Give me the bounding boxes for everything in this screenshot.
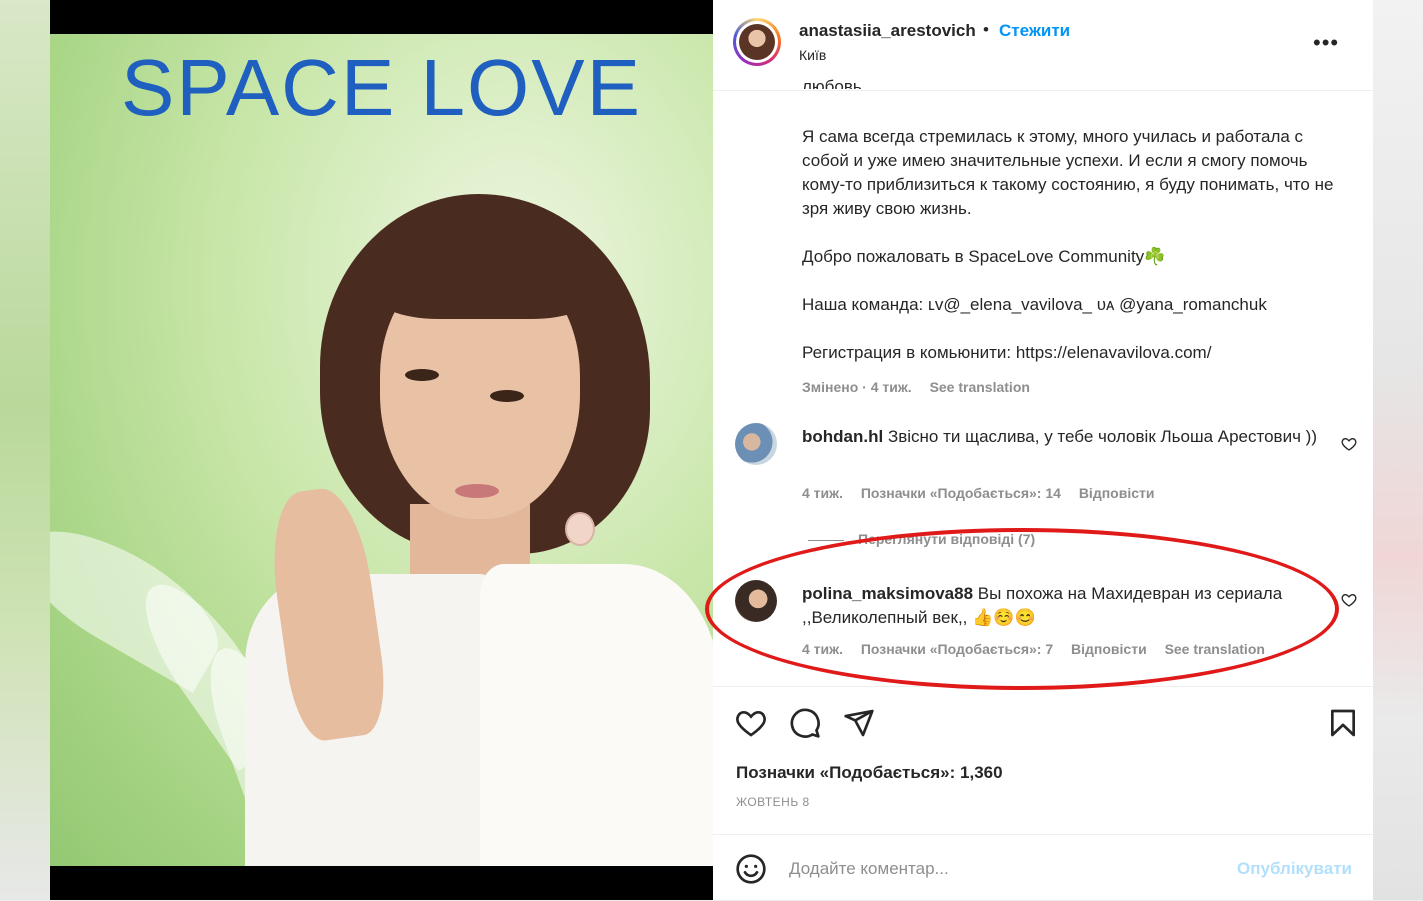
comment-input[interactable] <box>787 855 1211 883</box>
caption-paragraph: Добро пожаловать в SpaceLove Community☘️ <box>802 247 1166 266</box>
author-avatar[interactable] <box>733 18 781 66</box>
separator-dot: • <box>983 20 989 39</box>
comment-likes[interactable]: Позначки «Подобається»: 14 <box>861 485 1061 501</box>
like-heart-icon[interactable] <box>735 707 767 739</box>
post-date[interactable]: ЖОВТЕНЬ 8 <box>736 795 810 809</box>
see-translation-link[interactable]: See translation <box>930 379 1030 395</box>
poster-title: SPACE LOVE <box>121 43 642 132</box>
white-jacket <box>480 564 713 866</box>
post-photo: SPACE LOVE <box>50 34 713 866</box>
comment-like-heart-icon[interactable] <box>1341 436 1357 452</box>
comment-like-heart-icon[interactable] <box>1341 592 1357 608</box>
portrait-bangs <box>370 224 600 319</box>
caption-paragraph: Наша команда: ʟᴠ@_elena_vavilova_ ᴜᴀ @ya… <box>802 295 1267 314</box>
highlight-oval <box>705 528 1339 690</box>
caption-edited: Змінено · 4 тиж. <box>802 379 912 395</box>
reply-button[interactable]: Відповісти <box>1079 485 1155 501</box>
author-username[interactable]: anastasiia_arestovich <box>799 21 976 41</box>
share-send-icon[interactable] <box>843 707 875 739</box>
comment-bubble-icon[interactable] <box>789 707 821 739</box>
caption-paragraph: Я сама всегда стремилась к этому, много … <box>802 127 1334 218</box>
earring <box>565 512 595 546</box>
post-actions-bar: Позначки «Подобається»: 1,360 ЖОВТЕНЬ 8 <box>713 686 1373 835</box>
post-location[interactable]: Київ <box>799 47 826 63</box>
post-image[interactable]: SPACE LOVE <box>50 0 713 900</box>
likes-count[interactable]: Позначки «Подобається»: 1,360 <box>736 763 1003 783</box>
caption-cut-line: любовь. <box>802 77 867 89</box>
blurred-background-right <box>1373 0 1423 900</box>
comment-time: 4 тиж. <box>802 485 843 501</box>
post-details-panel: anastasiia_arestovich • Стежити Київ •••… <box>713 0 1373 900</box>
more-options-icon[interactable]: ••• <box>1313 30 1339 56</box>
comment-text: bohdan.hl Звісно ти щаслива, у тебе чоло… <box>802 425 1322 449</box>
post-caption: Я сама всегда стремилась к этому, много … <box>802 125 1342 399</box>
emoji-icon[interactable] <box>735 853 767 885</box>
caption-paragraph: Регистрация в комьюнити: https://elenava… <box>802 343 1212 362</box>
portrait-eye <box>405 369 439 381</box>
comment-body: Звісно ти щаслива, у тебе чоловік Льоша … <box>887 427 1317 446</box>
portrait-eye <box>490 390 524 402</box>
blurred-background-left <box>0 0 50 900</box>
commenter-avatar[interactable] <box>735 423 777 465</box>
portrait-lips <box>455 484 499 498</box>
avatar-image <box>739 24 775 60</box>
save-bookmark-icon[interactable] <box>1327 707 1359 739</box>
comment-username[interactable]: bohdan.hl <box>802 427 883 446</box>
comment-meta: 4 тиж. Позначки «Подобається»: 14 Відпов… <box>802 485 1168 501</box>
add-comment-bar: Опублікувати <box>713 834 1373 901</box>
follow-button[interactable]: Стежити <box>999 21 1070 41</box>
replies-line <box>808 539 844 541</box>
post-comment-button[interactable]: Опублікувати <box>1237 859 1352 879</box>
